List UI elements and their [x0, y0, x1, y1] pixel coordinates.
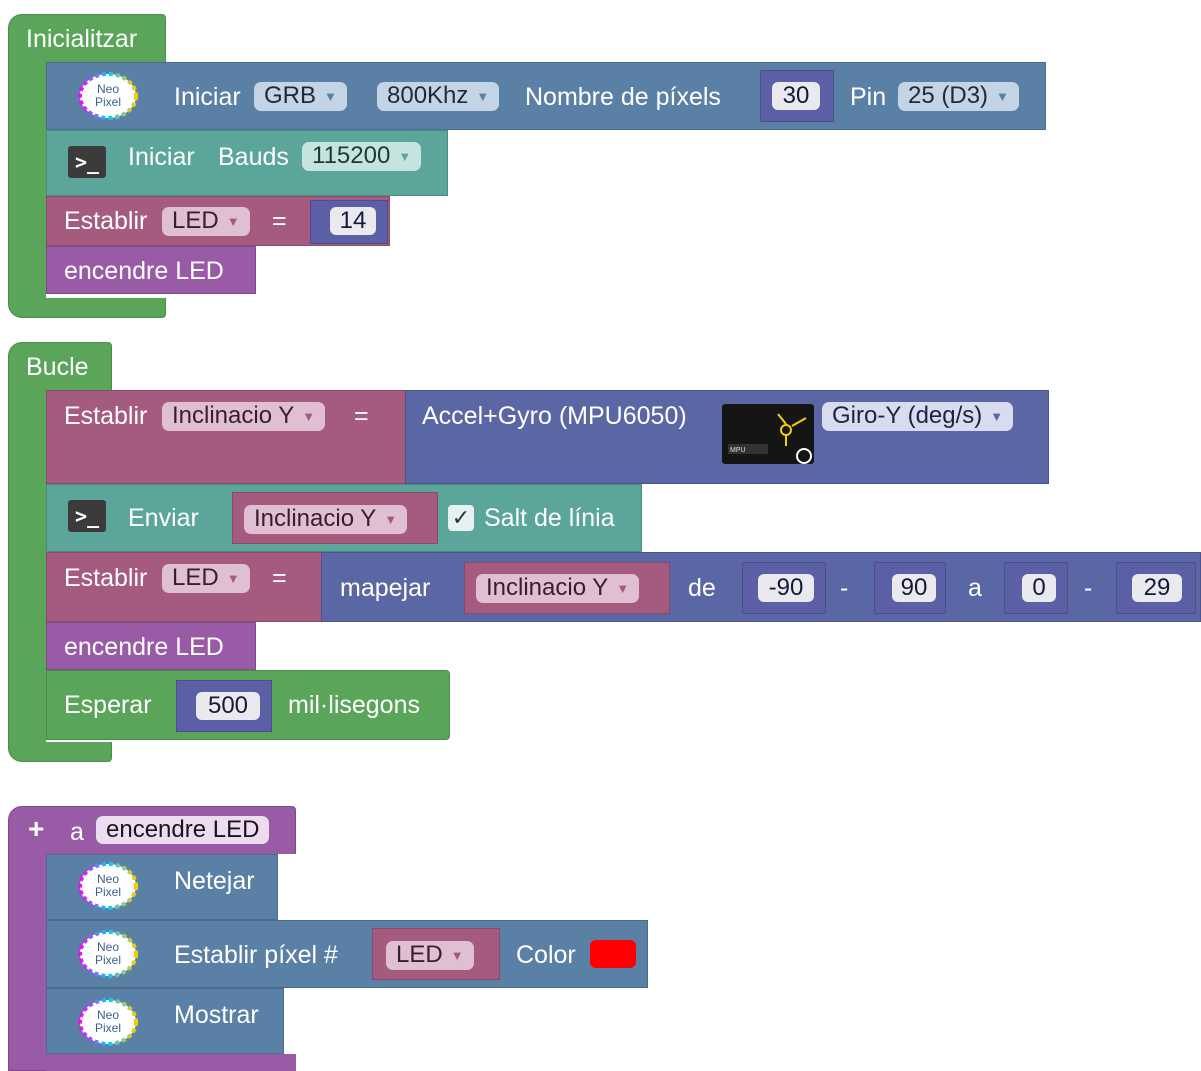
- set-pixel-label: Establir píxel #: [174, 941, 338, 969]
- call-encendre-led-label: encendre LED: [64, 257, 224, 285]
- equals-sign: =: [272, 207, 287, 235]
- neopixel-show-icon: Neo Pixel: [78, 998, 138, 1046]
- send-variable-dropdown[interactable]: Inclinacio Y ▼: [244, 505, 408, 534]
- loop-call-encendre-led-label: encendre LED: [64, 633, 224, 661]
- axis-dropdown[interactable]: Giro-Y (deg/s) ▼: [822, 402, 1014, 431]
- function-plus-icon[interactable]: +: [28, 814, 44, 844]
- from-label: de: [688, 574, 716, 602]
- svg-text:Neo: Neo: [97, 872, 119, 886]
- to-dash: -: [1084, 574, 1093, 602]
- tilt-variable-dropdown[interactable]: Inclinacio Y ▼: [162, 402, 326, 431]
- svg-text:Neo: Neo: [97, 82, 119, 96]
- led-map-variable-dropdown[interactable]: LED ▼: [162, 564, 250, 593]
- bauds-dropdown[interactable]: 115200 ▼: [302, 142, 422, 171]
- to-high-input[interactable]: 29: [1132, 574, 1182, 602]
- newline-checkbox[interactable]: ✓: [448, 505, 474, 531]
- set-led-label: Establir: [64, 207, 148, 235]
- neopixel-start-label: Iniciar: [174, 83, 241, 111]
- set-tilt-label: Establir: [64, 402, 148, 430]
- from-dash: -: [840, 574, 849, 602]
- neopixel-clear-icon: Neo Pixel: [78, 862, 138, 910]
- to-low-input[interactable]: 0: [1022, 574, 1056, 602]
- svg-text:Pixel: Pixel: [95, 1021, 121, 1035]
- function-to-label: a: [70, 818, 84, 846]
- wait-unit-label: mil·lisegons: [288, 691, 420, 719]
- mpu6050-board-icon: MPU: [722, 404, 814, 464]
- tilt-equals-sign: =: [354, 402, 369, 430]
- frequency-dropdown[interactable]: 800Khz ▼: [377, 82, 500, 111]
- svg-text:Pixel: Pixel: [95, 885, 121, 899]
- init-hat-label: Inicialitzar: [26, 25, 138, 53]
- led-value-input[interactable]: 14: [330, 207, 376, 235]
- color-label: Color: [516, 941, 576, 969]
- svg-text:Pixel: Pixel: [95, 95, 121, 109]
- from-high-input[interactable]: 90: [892, 574, 936, 602]
- serial-start-label: Iniciar: [128, 143, 195, 171]
- map-label: mapejar: [340, 574, 431, 602]
- neopixel-logo-icon: Neo Pixel: [78, 72, 138, 120]
- neopixel-show-label: Mostrar: [174, 1001, 259, 1029]
- color-swatch[interactable]: [590, 940, 636, 968]
- svg-text:MPU: MPU: [730, 447, 746, 454]
- set-led-map-label: Establir: [64, 564, 148, 592]
- loop-hat-label: Bucle: [26, 353, 89, 381]
- to-label: a: [968, 574, 982, 602]
- function-name-field[interactable]: encendre LED: [96, 816, 270, 844]
- pixel-index-dropdown[interactable]: LED ▼: [386, 941, 474, 970]
- wait-value-input[interactable]: 500: [196, 692, 260, 720]
- pin-label: Pin: [850, 83, 887, 111]
- color-order-dropdown[interactable]: GRB ▼: [254, 82, 347, 111]
- led-map-equals-sign: =: [272, 564, 287, 592]
- wait-label: Esperar: [64, 691, 152, 719]
- neopixel-set-pixel-icon: Neo Pixel: [78, 930, 138, 978]
- bauds-label: Bauds: [218, 143, 289, 171]
- map-variable-dropdown[interactable]: Inclinacio Y ▼: [476, 574, 640, 603]
- pin-dropdown[interactable]: 25 (D3) ▼: [898, 82, 1019, 111]
- pixel-count-input[interactable]: 30: [772, 82, 820, 110]
- svg-text:Neo: Neo: [97, 940, 119, 954]
- mpu6050-label: Accel+Gyro (MPU6050): [422, 402, 687, 430]
- led-variable-dropdown[interactable]: LED ▼: [162, 207, 250, 236]
- neopixel-clear-label: Netejar: [174, 867, 255, 895]
- svg-text:Neo: Neo: [97, 1008, 119, 1022]
- svg-text:Pixel: Pixel: [95, 953, 121, 967]
- console-send-icon: >_: [68, 500, 106, 532]
- send-label: Enviar: [128, 504, 199, 532]
- pixel-count-label: Nombre de píxels: [525, 83, 721, 111]
- console-icon: >_: [68, 146, 106, 178]
- newline-label: Salt de línia: [484, 504, 615, 532]
- from-low-input[interactable]: -90: [758, 574, 814, 602]
